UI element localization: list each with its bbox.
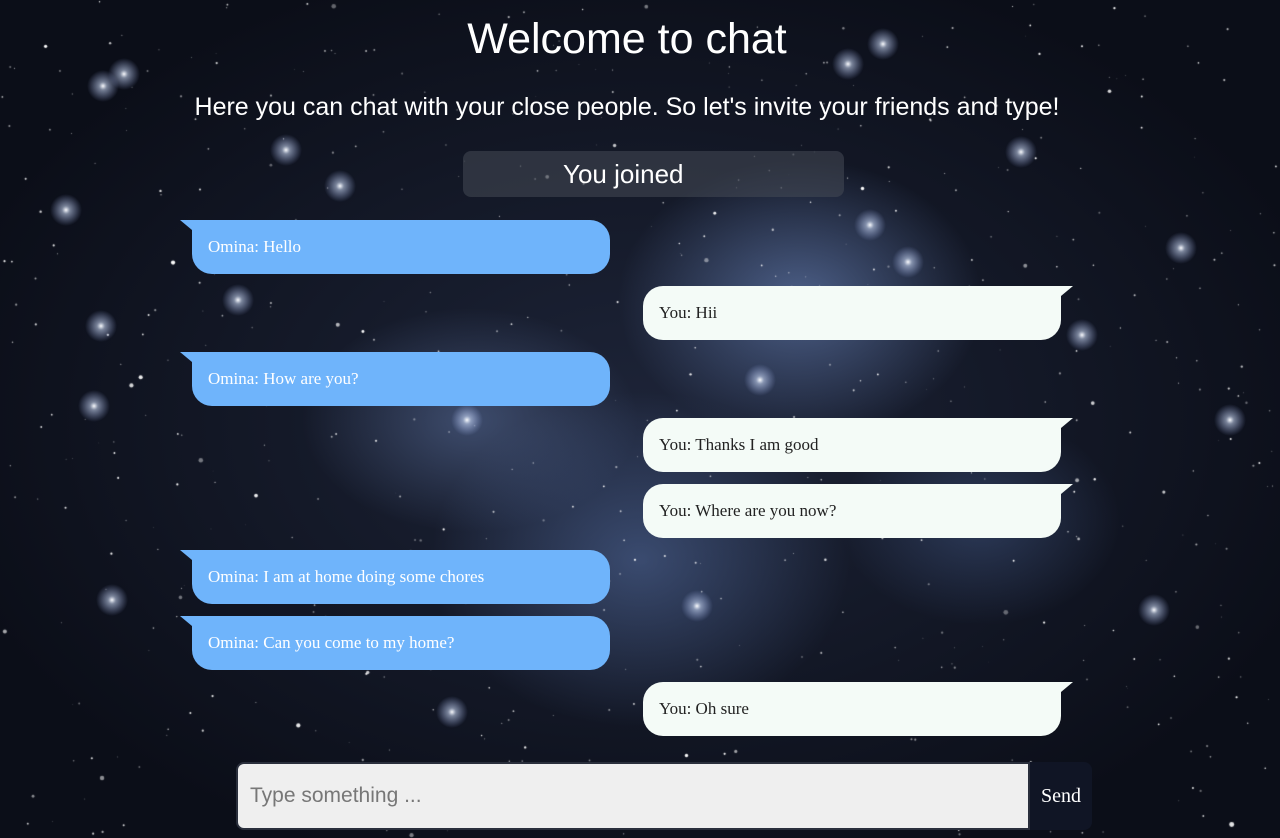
send-button[interactable]: Send — [1030, 762, 1092, 830]
join-status-banner: You joined — [463, 151, 844, 197]
message-incoming: Omina: Can you come to my home? — [180, 616, 610, 670]
message-outgoing: You: Oh sure — [643, 682, 1073, 736]
page-title: Welcome to chat — [467, 15, 787, 63]
message-incoming: Omina: How are you? — [180, 352, 610, 406]
message-composer: Send — [236, 762, 1092, 830]
message-outgoing: You: Where are you now? — [643, 484, 1073, 538]
message-incoming: Omina: I am at home doing some chores — [180, 550, 610, 604]
message-incoming: Omina: Hello — [180, 220, 610, 274]
message-outgoing: You: Thanks I am good — [643, 418, 1073, 472]
join-status-text: You joined — [563, 159, 684, 189]
starfield-background — [0, 0, 1280, 838]
message-outgoing: You: Hii — [643, 286, 1073, 340]
message-input[interactable] — [236, 762, 1030, 830]
page-subtitle: Here you can chat with your close people… — [194, 93, 1060, 121]
